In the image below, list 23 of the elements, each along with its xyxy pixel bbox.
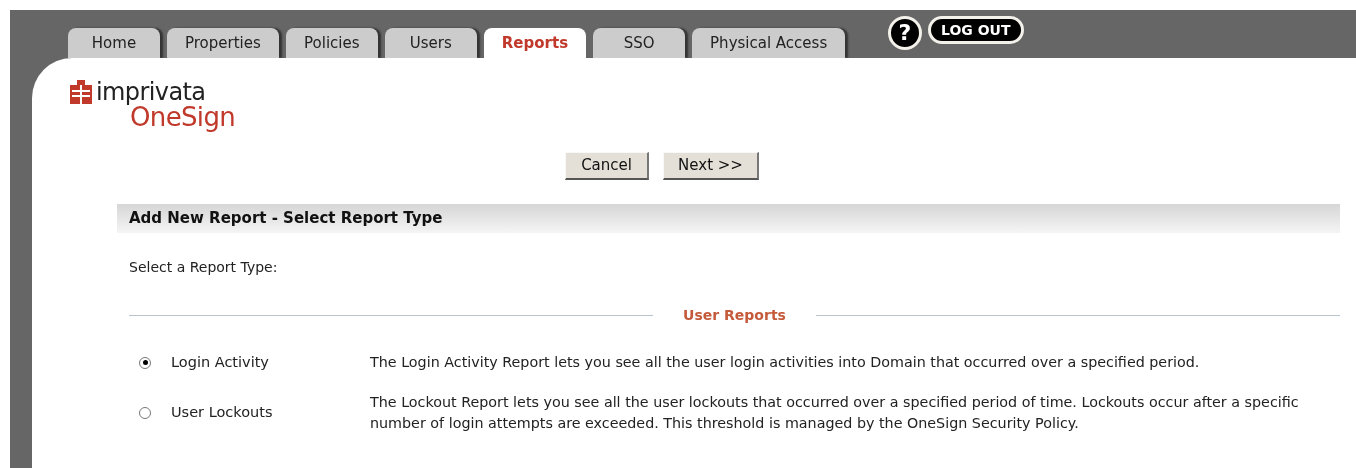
radio-button[interactable] (139, 406, 151, 419)
nav-tab[interactable]: Users (384, 28, 477, 58)
nav-tab[interactable]: Physical Access (692, 28, 846, 58)
logo-product-name: OneSign (130, 104, 236, 130)
nav-tab[interactable]: Properties (167, 28, 279, 58)
option-label: Login Activity (171, 353, 270, 372)
radio-button[interactable] (139, 356, 151, 369)
nav-tab[interactable]: Home (68, 28, 160, 58)
form-button[interactable]: Cancel (565, 152, 650, 180)
option-label: User Lockouts (171, 402, 274, 422)
prompt-label: Select a Report Type: (129, 259, 278, 275)
nav-tab[interactable]: Policies (285, 28, 378, 58)
nav-tab[interactable]: Reports (483, 28, 587, 58)
logo-icon (70, 80, 92, 104)
logout-button[interactable]: LOG OUT (928, 16, 1024, 44)
form-button[interactable]: Next >> (663, 152, 759, 180)
logo-wordmark: imprivata (96, 80, 207, 104)
section-heading: User Reports (683, 306, 786, 325)
help-button[interactable]: ? (888, 16, 922, 50)
option-description: The Login Activity Report lets you see all the user login activities into Domain that occurred over a specified period. (370, 353, 1201, 373)
panel-title: Add New Report - Select Report Type (129, 208, 443, 230)
nav-tab[interactable]: SSO (593, 28, 686, 58)
option-description: The Lockout Report lets you see all the user lockouts that occurred over a specified period of time. Lockouts occur after a specific number of login attempts are exceeded. This threshold is managed by the OneSign Security Policy. (370, 392, 1300, 433)
